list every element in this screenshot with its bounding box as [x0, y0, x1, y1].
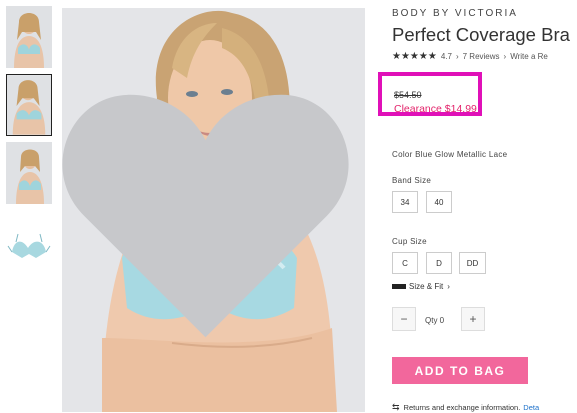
thumbnail-4[interactable]: [6, 212, 52, 274]
add-to-bag-button[interactable]: ADD TO BAG: [392, 357, 528, 384]
quantity-increase-button[interactable]: +: [461, 307, 485, 331]
chevron-right-icon: ›: [455, 52, 459, 61]
quantity-decrease-button[interactable]: −: [392, 307, 416, 331]
measuring-tape-icon: [392, 284, 406, 289]
color-description: Color Blue Glow Metallic Lace: [392, 150, 508, 159]
quantity-value: Qty 0: [425, 316, 445, 325]
thumbnail-photo: [6, 6, 52, 68]
return-arrows-icon: ⇆: [392, 402, 400, 412]
band-size-option-34[interactable]: 34: [392, 191, 418, 213]
brand-name: BODY BY VICTORIA: [392, 8, 518, 19]
size-fit-link[interactable]: Size & Fit ›: [392, 282, 450, 291]
returns-text: Returns and exchange information.: [403, 403, 521, 412]
star-rating-icon: ★★★★★: [392, 51, 437, 62]
size-fit-label: Size & Fit: [409, 282, 444, 291]
reviews-link[interactable]: 7 Reviews: [463, 52, 500, 61]
thumbnail-photo: [7, 75, 51, 135]
clearance-price: Clearance $14.99: [394, 103, 477, 115]
main-product-image: [62, 8, 365, 412]
thumbnail-1[interactable]: [6, 6, 52, 68]
returns-details-link[interactable]: Deta: [523, 403, 539, 412]
heart-icon[interactable]: [62, 14, 357, 412]
product-title: Perfect Coverage Bra: [392, 24, 570, 45]
rating-row: ★★★★★ 4.7 › 7 Reviews › Write a Re: [392, 51, 548, 62]
cup-size-option-c[interactable]: C: [392, 252, 418, 274]
band-size-option-40[interactable]: 40: [426, 191, 452, 213]
original-price: $54.50: [394, 90, 422, 100]
rating-value: 4.7: [440, 52, 452, 61]
thumbnail-2[interactable]: [6, 74, 52, 136]
product-info-panel: BODY BY VICTORIA Perfect Coverage Bra ★★…: [378, 0, 577, 413]
chevron-right-icon: ›: [447, 282, 450, 291]
thumbnail-photo: [6, 142, 52, 204]
cup-size-option-dd[interactable]: DD: [459, 252, 486, 274]
cup-size-option-d[interactable]: D: [426, 252, 452, 274]
thumbnail-3[interactable]: [6, 142, 52, 204]
chevron-right-icon: ›: [503, 52, 507, 61]
band-size-label: Band Size: [392, 176, 432, 185]
returns-info: ⇆ Returns and exchange information. Deta: [392, 402, 539, 413]
thumbnail-bra-image: [6, 212, 52, 274]
write-review-link[interactable]: Write a Re: [510, 52, 548, 61]
price-highlight-box: $54.50 Clearance $14.99: [378, 72, 482, 116]
cup-size-label: Cup Size: [392, 237, 427, 246]
